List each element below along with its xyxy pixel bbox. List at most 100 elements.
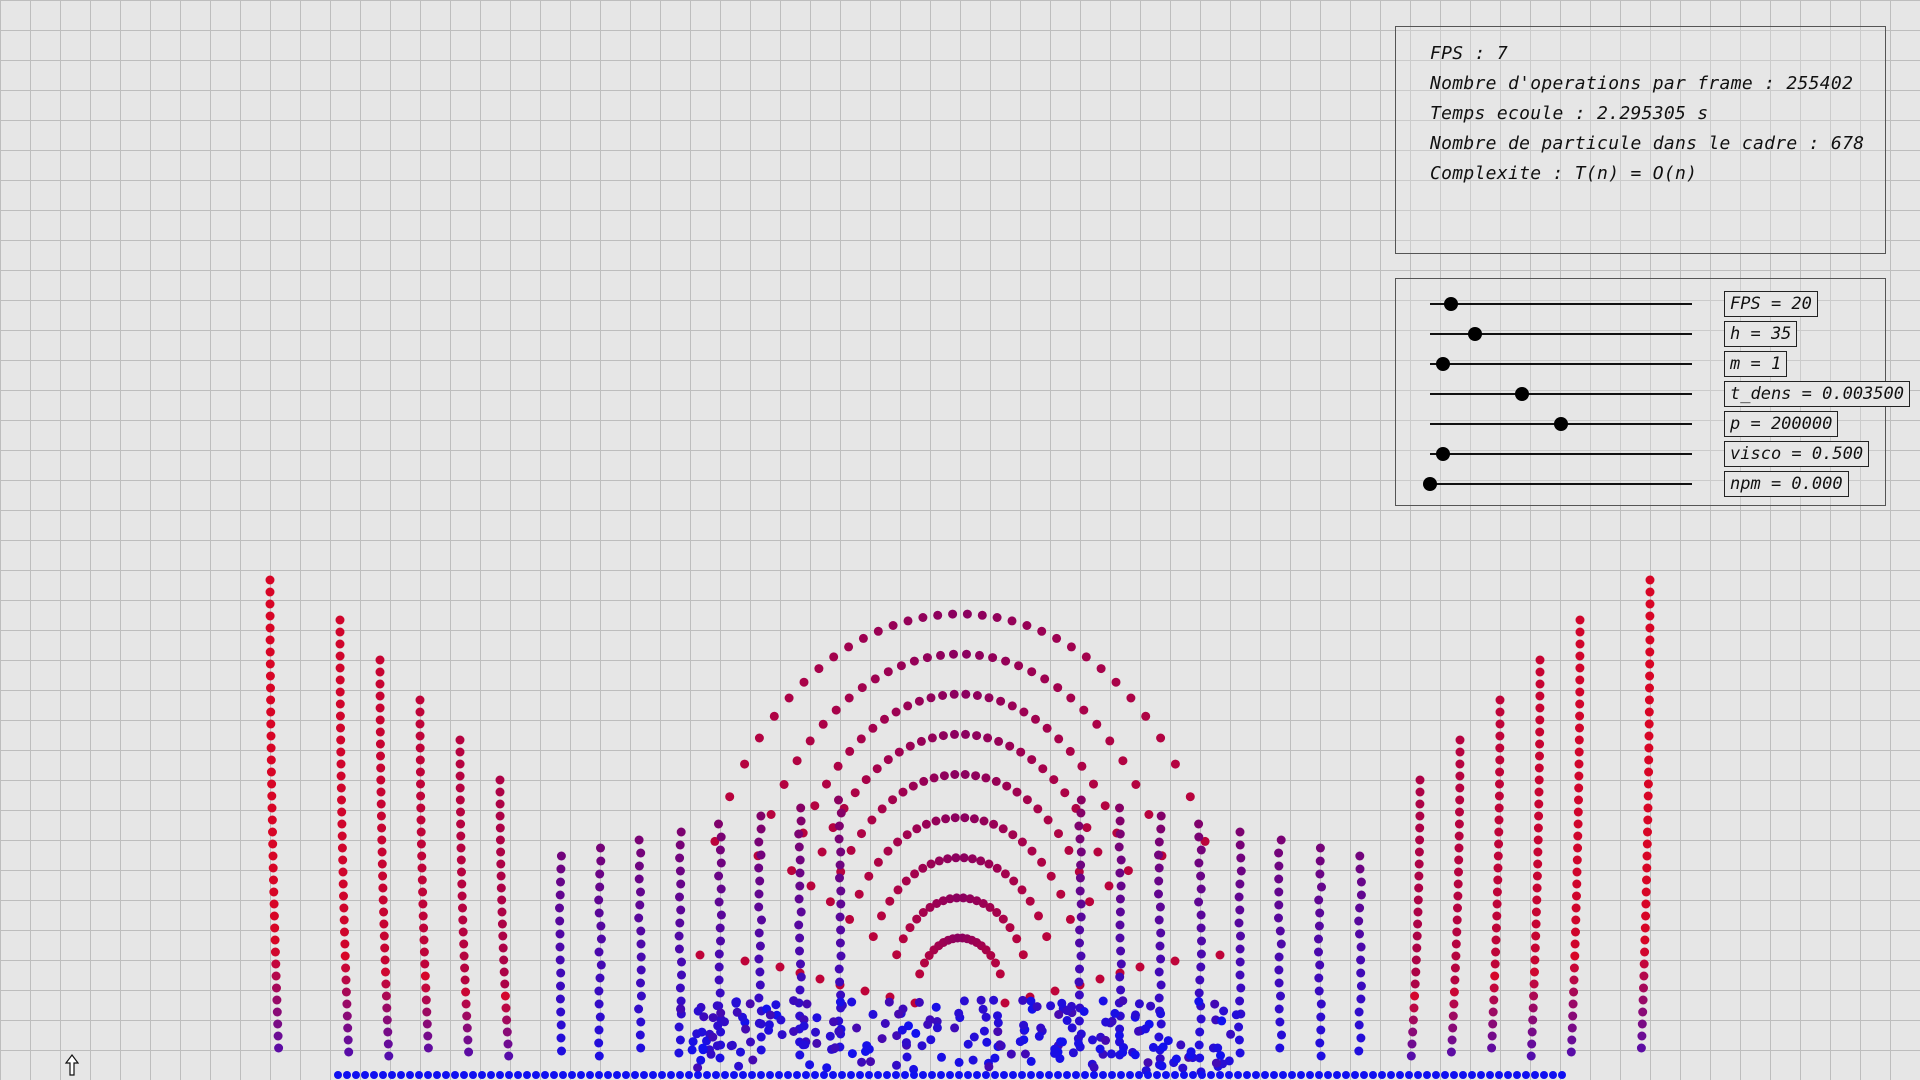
particle xyxy=(1410,979,1420,989)
particle xyxy=(1027,755,1037,765)
particle xyxy=(915,969,925,979)
particle xyxy=(981,773,991,783)
particle xyxy=(636,848,646,858)
particle xyxy=(640,1071,648,1079)
particle xyxy=(784,693,794,703)
particle xyxy=(1535,667,1545,677)
slider-track[interactable] xyxy=(1430,303,1692,305)
particle xyxy=(1104,881,1114,891)
particle xyxy=(1531,931,1541,941)
particle xyxy=(1355,929,1364,939)
particle xyxy=(1491,947,1501,957)
particle xyxy=(376,811,386,821)
particle xyxy=(912,824,922,834)
particle xyxy=(1432,1071,1440,1079)
particle xyxy=(1141,711,1151,721)
particle xyxy=(802,999,812,1009)
particle xyxy=(862,1041,872,1051)
t-dens-slider[interactable]: t_dens = 0.003500 xyxy=(1396,379,1920,409)
particle xyxy=(865,1071,873,1079)
particle xyxy=(730,1071,738,1079)
particle xyxy=(1314,973,1324,983)
particle xyxy=(922,653,932,663)
particle xyxy=(919,776,929,786)
particle xyxy=(1355,903,1365,913)
particle xyxy=(931,1002,941,1012)
particle xyxy=(1095,974,1105,984)
particle xyxy=(1575,699,1585,709)
particle xyxy=(1056,1037,1066,1047)
npm-slider-label: npm = 0.000 xyxy=(1724,471,1849,497)
particle xyxy=(929,773,939,783)
slider-track[interactable] xyxy=(1430,453,1692,455)
particle xyxy=(991,958,1000,968)
particle xyxy=(1534,787,1544,797)
particle xyxy=(455,795,465,805)
particle xyxy=(794,829,804,839)
particle xyxy=(994,736,1004,746)
slider-track[interactable] xyxy=(1430,393,1692,395)
particle xyxy=(1156,824,1166,834)
slider-knob[interactable] xyxy=(1443,297,1458,311)
particle xyxy=(757,1071,765,1079)
particle xyxy=(755,941,765,951)
particle xyxy=(423,1043,433,1053)
particle xyxy=(335,651,345,661)
particle xyxy=(1170,759,1180,769)
particle xyxy=(1644,755,1654,765)
particle xyxy=(1530,943,1540,953)
particle xyxy=(1123,866,1133,876)
particle xyxy=(1005,923,1015,933)
particle xyxy=(794,894,804,904)
particle xyxy=(795,946,804,956)
particle xyxy=(337,831,347,841)
particle xyxy=(272,995,282,1005)
particle xyxy=(1050,1048,1060,1058)
slider-knob[interactable] xyxy=(1514,387,1529,401)
particle xyxy=(984,693,994,703)
particle xyxy=(458,915,468,925)
particle xyxy=(1093,847,1103,857)
particle xyxy=(976,995,986,1005)
stats-panel: FPS : 7 Nombre d'operations par frame : … xyxy=(1395,26,1886,254)
particle xyxy=(1314,895,1324,905)
particle xyxy=(991,1071,999,1079)
slider-knob[interactable] xyxy=(1423,477,1437,491)
npm-slider[interactable]: npm = 0.000 xyxy=(1396,469,1920,499)
particle xyxy=(1236,983,1246,993)
particle xyxy=(555,994,565,1004)
slider-knob[interactable] xyxy=(1436,447,1451,461)
slider-knob[interactable] xyxy=(1436,357,1451,371)
particle xyxy=(375,739,385,749)
m-slider[interactable]: m = 1 xyxy=(1396,349,1920,379)
p-slider[interactable]: p = 200000 xyxy=(1396,409,1920,439)
particle xyxy=(417,875,427,885)
particle xyxy=(756,824,766,834)
particle xyxy=(675,1035,685,1045)
particle xyxy=(501,1003,511,1013)
particle xyxy=(1118,1047,1128,1057)
particle xyxy=(340,927,349,937)
slider-track[interactable] xyxy=(1430,483,1692,485)
visco-slider[interactable]: visco = 0.500 xyxy=(1396,439,1920,469)
particle xyxy=(1156,811,1166,821)
particle xyxy=(755,967,765,977)
particle xyxy=(836,847,846,857)
fps-slider[interactable]: FPS = 20 xyxy=(1396,289,1920,319)
particle xyxy=(884,997,894,1007)
particle xyxy=(775,1071,783,1079)
h-slider[interactable]: h = 35 xyxy=(1396,319,1920,349)
particle xyxy=(577,1071,585,1079)
particle xyxy=(754,837,764,847)
slider-track[interactable] xyxy=(1430,363,1692,365)
particle xyxy=(835,873,844,883)
particle xyxy=(836,951,846,961)
particle xyxy=(1454,831,1464,841)
slider-knob[interactable] xyxy=(1554,417,1568,431)
slider-knob[interactable] xyxy=(1467,327,1482,341)
particle xyxy=(962,649,971,659)
particle xyxy=(1495,767,1505,777)
particle xyxy=(636,1017,646,1027)
particle xyxy=(1108,1071,1116,1079)
particle xyxy=(1017,837,1027,847)
